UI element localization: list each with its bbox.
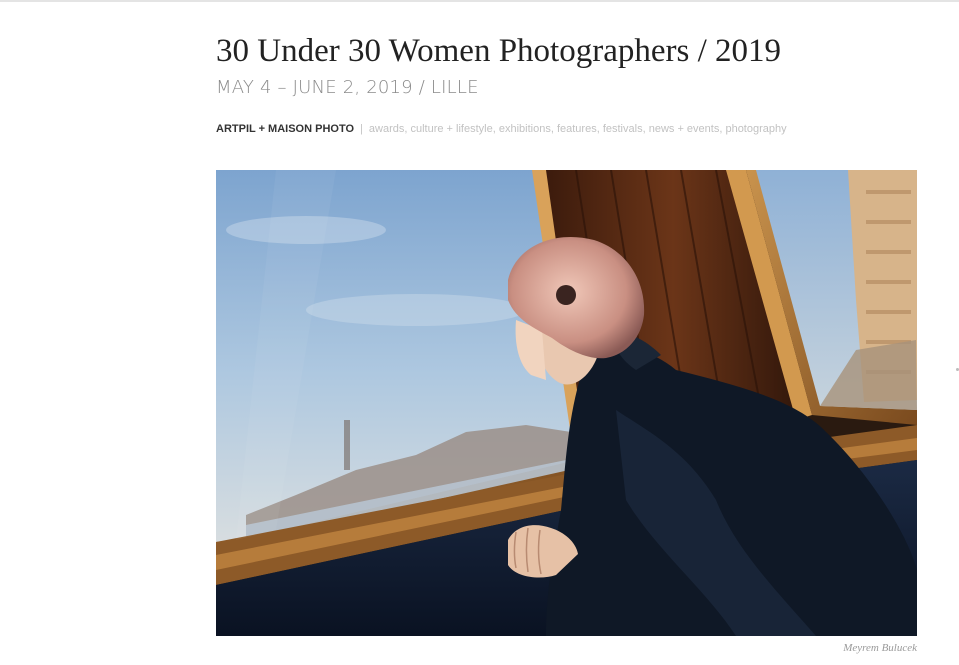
event-dates: MAY 4 – JUNE 2, 2019 / LILLE — [216, 77, 479, 98]
category-link-awards[interactable]: awards — [369, 123, 404, 135]
category-link-news-events[interactable]: news + events — [649, 123, 720, 135]
category-link-exhibitions[interactable]: exhibitions — [499, 123, 551, 135]
photo-credit: Meyrem Bulucek — [843, 642, 917, 654]
category-link-festivals[interactable]: festivals — [603, 123, 643, 135]
post-meta: ARTPIL + MAISON PHOTO | awards, culture + … — [216, 121, 787, 137]
category-list: awards, culture + lifestyle, exhibitions… — [368, 123, 787, 135]
category-link-photography[interactable]: photography — [725, 123, 786, 135]
category-link-culture-lifestyle[interactable]: culture + lifestyle — [410, 123, 492, 135]
category-link-features[interactable]: features — [557, 123, 597, 135]
author-link[interactable]: ARTPIL + MAISON PHOTO — [216, 123, 354, 135]
meta-separator: | — [360, 123, 363, 135]
top-divider — [0, 0, 959, 2]
page-title: 30 Under 30 Women Photographers / 2019 — [216, 33, 781, 69]
featured-photo[interactable] — [216, 170, 917, 636]
